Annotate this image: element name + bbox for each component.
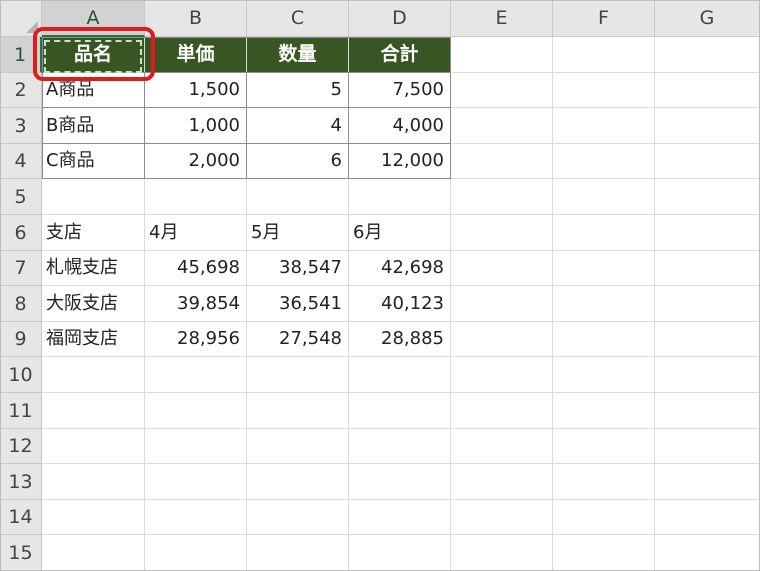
column-header-a[interactable]: A [42,0,145,37]
row-header-9[interactable]: 9 [0,322,42,357]
table2-header-cell[interactable]: 4月 [145,215,246,250]
table1-cell[interactable]: 12,000 [349,144,450,178]
row-header-7[interactable]: 7 [0,251,42,286]
spreadsheet-grid[interactable]: ABCDEFG 1 2 3 4 5 6 7 8 9 10 11 12 13 14 15 品名 単価 数量 合計 A商… [0,0,760,571]
table1-border-horizontal [42,143,451,144]
row-header-12[interactable]: 12 [0,429,42,464]
row-header-11[interactable]: 11 [0,393,42,429]
gridline-horizontal [42,178,760,179]
row-header-1[interactable]: 1 [0,37,42,73]
table1-cell[interactable]: C商品 [42,144,144,178]
row-header-14[interactable]: 14 [0,500,42,535]
gridline-horizontal [42,534,760,535]
gridline-horizontal [42,428,760,429]
gridline-vertical [450,37,451,571]
row-header-2[interactable]: 2 [0,73,42,108]
table1-cell[interactable]: 6 [247,144,348,178]
select-all-triangle-icon [26,21,38,33]
select-all-button[interactable] [0,0,42,37]
table1-border-vertical [246,73,247,179]
table1-header-cell[interactable]: 数量 [247,37,348,72]
column-header-e[interactable]: E [451,0,553,37]
table2-header-cell[interactable]: 5月 [247,215,348,250]
table1-cell[interactable]: A商品 [42,73,144,107]
table2-cell[interactable]: 36,541 [247,286,348,321]
table1-border-vertical [348,73,349,179]
column-header-g[interactable]: G [655,0,760,37]
table2-cell[interactable]: 38,547 [247,251,348,285]
table2-cell[interactable]: 27,548 [247,322,348,356]
row-header-3[interactable]: 3 [0,108,42,144]
row-header-10[interactable]: 10 [0,357,42,393]
table1-header-cell[interactable]: 単価 [145,37,246,72]
column-header-f[interactable]: F [553,0,655,37]
table1-border-horizontal [42,107,451,108]
table1-cell[interactable]: 4 [247,108,348,143]
table1-border-vertical [144,73,145,179]
table1-cell[interactable]: 5 [247,73,348,107]
table1-cell[interactable]: 1,500 [145,73,246,107]
table2-header-cell[interactable]: 支店 [42,215,144,250]
table1-border-horizontal [42,72,451,73]
gridline-horizontal [42,392,760,393]
table2-cell[interactable]: 39,854 [145,286,246,321]
column-header-d[interactable]: D [349,0,451,37]
column-header-b[interactable]: B [145,0,247,37]
table1-header-cell[interactable]: 品名 [42,37,144,72]
table2-cell[interactable]: 45,698 [145,251,246,285]
table2-cell[interactable]: 28,956 [145,322,246,356]
table1-cell[interactable]: 7,500 [349,73,450,107]
table1-cell[interactable]: 4,000 [349,108,450,143]
table2-cell[interactable]: 40,123 [349,286,450,321]
table2-cell[interactable]: 札幌支店 [42,251,144,285]
table1-cell[interactable]: 2,000 [145,144,246,178]
column-header-c[interactable]: C [247,0,349,37]
table2-cell[interactable]: 28,885 [349,322,450,356]
gridline-horizontal [42,356,760,357]
table2-cell[interactable]: 42,698 [349,251,450,285]
gridline-vertical [654,37,655,571]
table1-cell[interactable]: B商品 [42,108,144,143]
row-header-5[interactable]: 5 [0,179,42,215]
row-header-13[interactable]: 13 [0,464,42,500]
table1-header-cell[interactable]: 合計 [349,37,450,72]
gridline-vertical [552,37,553,571]
gridline-horizontal [42,499,760,500]
table2-cell[interactable]: 大阪支店 [42,286,144,321]
table1-cell[interactable]: 1,000 [145,108,246,143]
row-header-8[interactable]: 8 [0,286,42,322]
row-header-15[interactable]: 15 [0,535,42,571]
table2-cell[interactable]: 福岡支店 [42,322,144,356]
row-header-6[interactable]: 6 [0,215,42,251]
table2-header-cell[interactable]: 6月 [349,215,450,250]
gridline-horizontal [42,463,760,464]
row-header-4[interactable]: 4 [0,144,42,179]
